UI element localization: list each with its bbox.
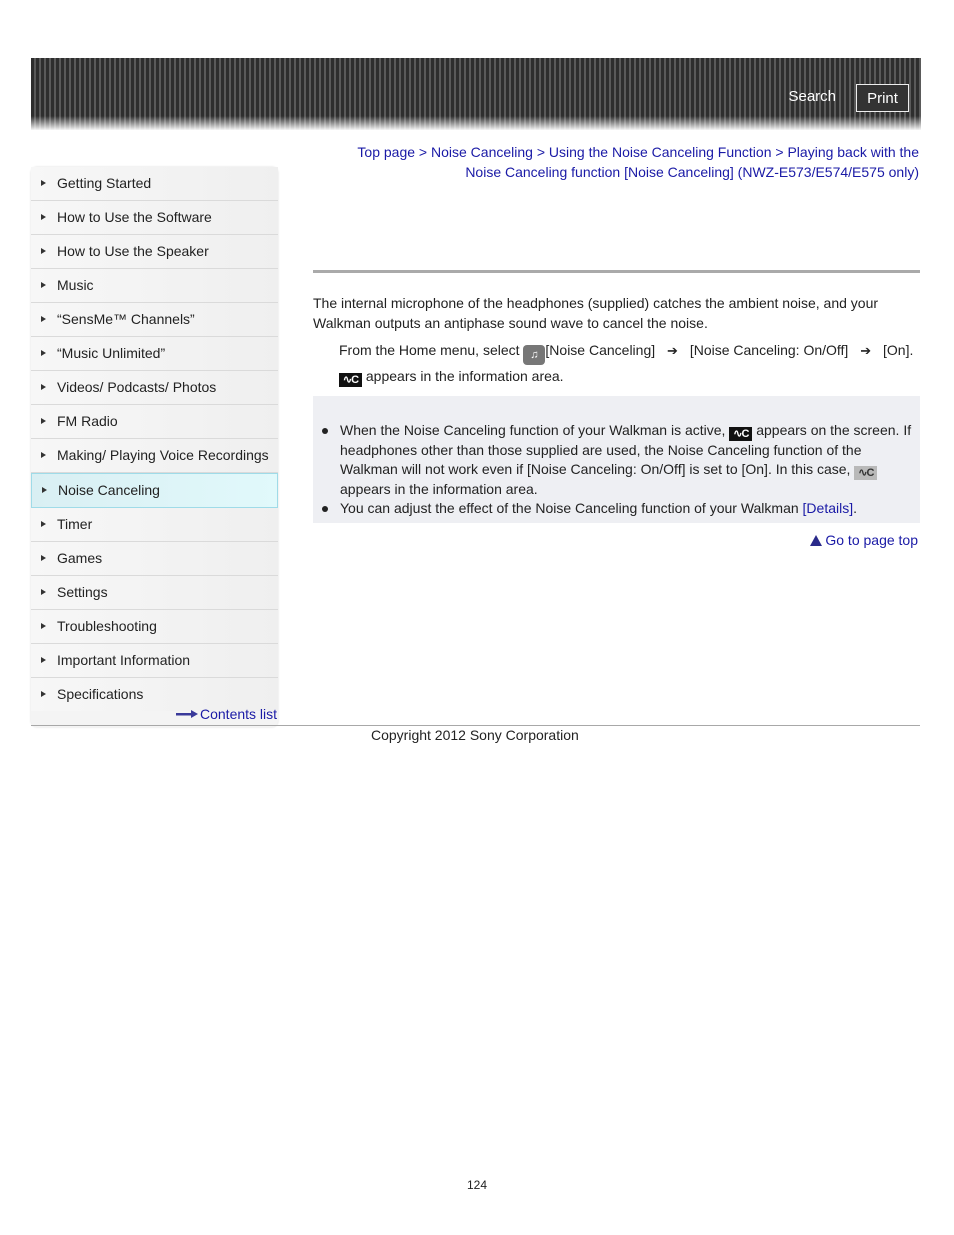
breadcrumb-noise-canceling[interactable]: Noise Canceling xyxy=(431,144,533,160)
breadcrumb-separator: > xyxy=(775,144,784,160)
sidebar-item[interactable]: Making/ Playing Voice Recordings xyxy=(31,439,278,473)
triangle-up-icon xyxy=(810,535,823,546)
note-text: When the Noise Canceling function of you… xyxy=(340,422,726,438)
sidebar-item[interactable]: Settings xyxy=(31,576,278,610)
arrow-right-icon: ➔ xyxy=(667,343,678,358)
note-item: When the Noise Canceling function of you… xyxy=(322,421,916,499)
noise-canceling-inactive-icon: ∿C xyxy=(854,466,878,480)
contents-list-link[interactable]: Contents list xyxy=(176,706,277,722)
copyright: Copyright 2012 Sony Corporation xyxy=(371,727,579,743)
triangle-right-icon xyxy=(41,180,46,186)
sidebar-item[interactable]: Videos/ Podcasts/ Photos xyxy=(31,371,278,405)
sidebar-item-label: Making/ Playing Voice Recordings xyxy=(57,447,269,463)
arrow-right-icon: ➔ xyxy=(860,343,872,358)
triangle-right-icon xyxy=(41,555,46,561)
step-part2: [Noise Canceling: On/Off] xyxy=(689,342,849,358)
step-part1: [Noise Canceling] xyxy=(545,342,656,358)
triangle-right-icon xyxy=(41,589,46,595)
details-link[interactable]: [Details] xyxy=(803,500,854,516)
triangle-right-icon xyxy=(41,350,46,356)
sidebar-item[interactable]: “Music Unlimited” xyxy=(31,337,278,371)
sidebar-nav: Getting Started How to Use the Software Ho… xyxy=(31,167,278,727)
sidebar-item-label: Games xyxy=(57,550,103,566)
sidebar-item-label: Noise Canceling xyxy=(58,482,160,498)
sidebar-item-label: FM Radio xyxy=(57,413,118,429)
triangle-right-icon xyxy=(41,623,46,629)
header-banner: Search Print xyxy=(31,58,921,130)
sidebar-item[interactable]: Music xyxy=(31,269,278,303)
triangle-right-icon xyxy=(41,282,46,288)
sidebar-item-label: Settings xyxy=(57,584,108,600)
sidebar-item-label: “SensMe™ Channels” xyxy=(57,311,195,327)
breadcrumb-using-function[interactable]: Using the Noise Canceling Function xyxy=(549,144,772,160)
sidebar-item[interactable]: How to Use the Speaker xyxy=(31,235,278,269)
sidebar-item[interactable]: How to Use the Software xyxy=(31,201,278,235)
note-text: You can adjust the effect of the Noise C… xyxy=(340,500,799,516)
contents-list-label: Contents list xyxy=(200,706,278,722)
sidebar-item-label: Getting Started xyxy=(57,175,152,191)
noise-canceling-menu-icon: ♫ xyxy=(523,345,546,365)
intro-paragraph: The internal microphone of the headphone… xyxy=(313,295,879,331)
triangle-right-icon xyxy=(41,452,46,458)
sidebar-item[interactable]: Games xyxy=(31,542,278,576)
sidebar-item-label: “Music Unlimited” xyxy=(57,345,166,361)
sidebar-item[interactable]: Timer xyxy=(31,508,278,542)
noise-canceling-status-icon: ∿C xyxy=(339,373,362,387)
sidebar-item[interactable]: Getting Started xyxy=(31,167,278,201)
step-result: appears in the information area. xyxy=(365,368,564,384)
search-link[interactable]: Search xyxy=(788,88,836,105)
notes-box: When the Noise Canceling function of you… xyxy=(313,396,920,523)
sidebar-item-label: Timer xyxy=(57,516,93,532)
triangle-right-icon xyxy=(41,657,46,663)
sidebar-item-label: Videos/ Podcasts/ Photos xyxy=(57,379,217,395)
sidebar-item-label: Troubleshooting xyxy=(57,618,157,634)
sidebar-item-label: How to Use the Software xyxy=(57,209,212,225)
triangle-right-icon xyxy=(41,316,46,322)
go-to-page-top-link[interactable]: Go to page top xyxy=(810,532,918,548)
sidebar-item[interactable]: Noise Canceling xyxy=(31,473,278,508)
note-item: You can adjust the effect of the Noise C… xyxy=(322,499,916,518)
sidebar-item-label: How to Use the Speaker xyxy=(57,243,209,259)
print-button[interactable]: Print xyxy=(856,84,909,112)
procedure-step: From the Home menu, select ♫ [Noise Cance… xyxy=(339,339,919,387)
breadcrumb-separator: > xyxy=(536,144,546,160)
noise-canceling-active-icon: ∿C xyxy=(729,427,753,441)
breadcrumb: Top page > Noise Canceling > Using the N… xyxy=(330,143,919,182)
footer-divider xyxy=(31,725,920,726)
triangle-right-icon xyxy=(41,384,46,390)
breadcrumb-separator: > xyxy=(418,144,428,160)
triangle-right-icon xyxy=(41,691,46,697)
arrow-right-icon xyxy=(176,710,198,718)
triangle-right-icon xyxy=(41,214,46,220)
sidebar-item-label: Music xyxy=(57,277,94,293)
triangle-right-icon xyxy=(41,248,46,254)
breadcrumb-top-page[interactable]: Top page xyxy=(357,144,415,160)
sidebar-item[interactable]: Important Information xyxy=(31,644,278,678)
page-number: 124 xyxy=(466,1178,488,1192)
sidebar-item-label: Important Information xyxy=(57,652,191,668)
note-text: . xyxy=(853,500,858,516)
sidebar-item[interactable]: FM Radio xyxy=(31,405,278,439)
sidebar-item[interactable]: Troubleshooting xyxy=(31,610,278,644)
triangle-right-icon xyxy=(41,521,46,527)
note-text: appears in the information area. xyxy=(340,481,538,497)
triangle-right-icon xyxy=(42,487,47,493)
triangle-right-icon xyxy=(41,418,46,424)
sidebar-item[interactable]: “SensMe™ Channels” xyxy=(31,303,278,337)
title-divider xyxy=(313,270,920,273)
step-prefix: From the Home menu, select xyxy=(339,342,520,358)
sidebar-item-label: Specifications xyxy=(57,686,144,702)
page-top-label: Go to page top xyxy=(825,532,918,548)
step-part3: [On]. xyxy=(883,342,914,358)
